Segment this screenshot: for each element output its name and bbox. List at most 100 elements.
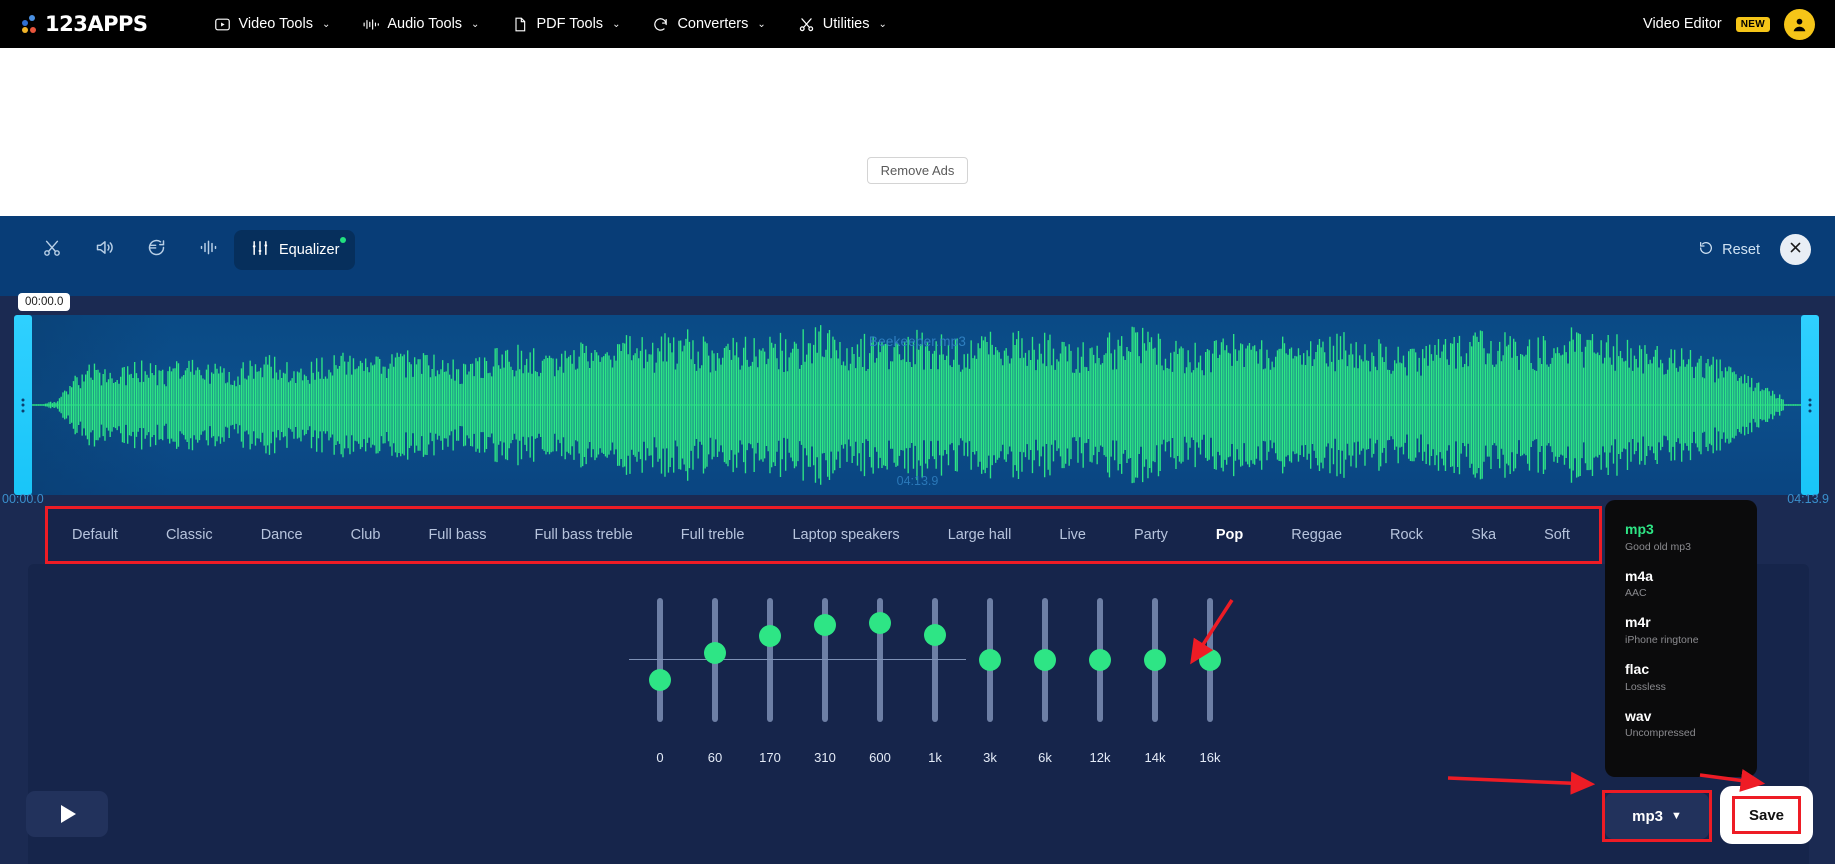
tool-tab-cut[interactable] bbox=[26, 230, 78, 270]
eq-label-310: 310 bbox=[814, 750, 836, 765]
eq-knob-60[interactable] bbox=[704, 641, 726, 664]
close-x-icon bbox=[1788, 240, 1803, 260]
tool-tab-equalizer[interactable]: Equalizer bbox=[234, 230, 356, 270]
nav-converters-label: Converters bbox=[677, 16, 749, 32]
format-option-mp3[interactable]: mp3 Good old mp3 bbox=[1605, 514, 1757, 561]
audio-wave-icon bbox=[362, 16, 380, 33]
preset-soft[interactable]: Soft bbox=[1520, 509, 1594, 561]
video-editor-link[interactable]: Video Editor bbox=[1643, 16, 1722, 32]
preset-full-bass[interactable]: Full bass bbox=[404, 509, 510, 561]
eq-knob-6k[interactable] bbox=[1034, 649, 1056, 671]
eq-band-3k[interactable]: 3k bbox=[970, 598, 1010, 765]
eq-label-600: 600 bbox=[869, 750, 891, 765]
tool-tab-list: Equalizer bbox=[26, 230, 356, 270]
eq-track[interactable] bbox=[767, 598, 773, 722]
preset-large-hall[interactable]: Large hall bbox=[924, 509, 1036, 561]
play-button[interactable] bbox=[26, 791, 108, 837]
eq-knob-14k[interactable] bbox=[1144, 649, 1166, 671]
chevron-down-icon: ⌄ bbox=[757, 18, 766, 30]
selection-handle-left[interactable]: 00:00.0 bbox=[14, 293, 71, 495]
preset-live[interactable]: Live bbox=[1035, 509, 1110, 561]
eq-band-60[interactable]: 60 bbox=[684, 598, 746, 765]
preset-reggae[interactable]: Reggae bbox=[1267, 509, 1366, 561]
video-play-icon bbox=[214, 16, 231, 33]
waveform-filename: Beekeeper.mp3 bbox=[868, 334, 967, 349]
nav-converters[interactable]: Converters ⌄ bbox=[638, 8, 779, 41]
preset-ska[interactable]: Ska bbox=[1447, 509, 1520, 561]
eq-band-0[interactable]: 0 bbox=[629, 598, 691, 765]
eq-band-310[interactable]: 310 bbox=[794, 598, 856, 765]
nav-video-tools[interactable]: Video Tools ⌄ bbox=[200, 8, 345, 41]
preset-club[interactable]: Club bbox=[327, 509, 405, 561]
eq-track[interactable] bbox=[657, 598, 663, 722]
close-editor-button[interactable] bbox=[1780, 234, 1811, 265]
reset-button[interactable]: Reset bbox=[1698, 240, 1760, 260]
eq-knob-600[interactable] bbox=[869, 611, 891, 634]
eq-band-170[interactable]: 170 bbox=[739, 598, 801, 765]
eq-knob-310[interactable] bbox=[814, 614, 836, 637]
eq-label-12k: 12k bbox=[1089, 750, 1111, 765]
format-option-flac[interactable]: flac Lossless bbox=[1605, 654, 1757, 701]
app-root: 123APPS Video Tools ⌄ Audio Tools ⌄ PDF … bbox=[0, 0, 1835, 864]
eq-band-16k[interactable]: 16k bbox=[1190, 598, 1230, 765]
eq-knob-0[interactable] bbox=[649, 668, 671, 691]
format-select-button[interactable]: mp3 ▼ bbox=[1605, 793, 1709, 839]
preset-full-treble[interactable]: Full treble bbox=[657, 509, 769, 561]
eq-knob-170[interactable] bbox=[759, 625, 781, 648]
eq-zero-line bbox=[849, 659, 911, 660]
format-option-desc: Uncompressed bbox=[1625, 727, 1696, 740]
tool-tab-volume[interactable] bbox=[78, 230, 130, 270]
save-button[interactable]: Save bbox=[1720, 786, 1813, 844]
preset-full-bass-treble[interactable]: Full bass treble bbox=[510, 509, 656, 561]
format-option-name: m4r bbox=[1625, 614, 1651, 631]
tool-tab-equalizer-label: Equalizer bbox=[279, 242, 340, 258]
logo[interactable]: 123APPS bbox=[22, 12, 148, 36]
nav-utilities[interactable]: Utilities ⌄ bbox=[784, 8, 901, 41]
eq-knob-12k[interactable] bbox=[1089, 649, 1111, 671]
format-option-m4r[interactable]: m4r iPhone ringtone bbox=[1605, 607, 1757, 654]
eq-label-0: 0 bbox=[656, 750, 664, 765]
eq-knob-3k[interactable] bbox=[979, 649, 1001, 671]
play-triangle-icon bbox=[61, 805, 76, 823]
playhead-time-tooltip: 00:00.0 bbox=[18, 293, 71, 311]
tool-tab-speed[interactable] bbox=[130, 230, 182, 270]
format-select-value: mp3 bbox=[1632, 807, 1663, 825]
active-indicator-dot bbox=[340, 237, 347, 243]
preset-party[interactable]: Party bbox=[1110, 509, 1192, 561]
eq-zero-line bbox=[794, 659, 856, 660]
selection-handle-right[interactable] bbox=[1801, 315, 1819, 495]
preset-default[interactable]: Default bbox=[48, 509, 142, 561]
remove-ads-button[interactable]: Remove Ads bbox=[866, 157, 969, 184]
eq-band-1k[interactable]: 1k bbox=[904, 598, 966, 765]
preset-laptop-speakers[interactable]: Laptop speakers bbox=[768, 509, 923, 561]
eq-band-14k[interactable]: 14k bbox=[1135, 598, 1175, 765]
eq-label-60: 60 bbox=[707, 750, 723, 765]
format-option-name: m4a bbox=[1625, 567, 1654, 584]
eq-band-600[interactable]: 600 bbox=[849, 598, 911, 765]
eq-band-12k[interactable]: 12k bbox=[1080, 598, 1120, 765]
nav-audio-tools-label: Audio Tools bbox=[387, 16, 463, 32]
nav-audio-tools[interactable]: Audio Tools ⌄ bbox=[348, 8, 493, 41]
format-dropdown-menu[interactable]: mp3 Good old mp3 m4a AAC m4r iPhone ringtone f… bbox=[1605, 500, 1757, 777]
eq-band-6k[interactable]: 6k bbox=[1025, 598, 1065, 765]
preset-tabs[interactable]: Default Classic Dance Club Full bass Full bas… bbox=[48, 509, 1599, 561]
nav-pdf-tools[interactable]: PDF Tools ⌄ bbox=[497, 8, 634, 41]
user-avatar-icon[interactable] bbox=[1784, 8, 1815, 40]
save-button-label: Save bbox=[1732, 796, 1801, 834]
eq-knob-1k[interactable] bbox=[924, 624, 946, 647]
eq-zero-line bbox=[739, 659, 801, 660]
preset-soft-rock[interactable]: Soft rock bbox=[1594, 509, 1599, 561]
waveform-area[interactable]: Beekeeper.mp3 04:13.9 00:00.0 00:00.0 04… bbox=[0, 293, 1835, 506]
preset-rock[interactable]: Rock bbox=[1366, 509, 1447, 561]
timeline-end-time: 04:13.9 bbox=[1787, 492, 1829, 506]
format-option-wav[interactable]: wav Uncompressed bbox=[1605, 701, 1757, 748]
eq-track[interactable] bbox=[932, 598, 938, 722]
preset-classic[interactable]: Classic bbox=[142, 509, 237, 561]
scissors-icon bbox=[42, 238, 62, 263]
eq-knob-16k[interactable] bbox=[1199, 649, 1221, 671]
preset-pop[interactable]: Pop bbox=[1192, 509, 1267, 561]
format-option-m4a[interactable]: m4a AAC bbox=[1605, 561, 1757, 608]
format-option-desc: Good old mp3 bbox=[1625, 540, 1691, 553]
preset-dance[interactable]: Dance bbox=[237, 509, 327, 561]
tool-tab-effects[interactable] bbox=[182, 230, 234, 270]
